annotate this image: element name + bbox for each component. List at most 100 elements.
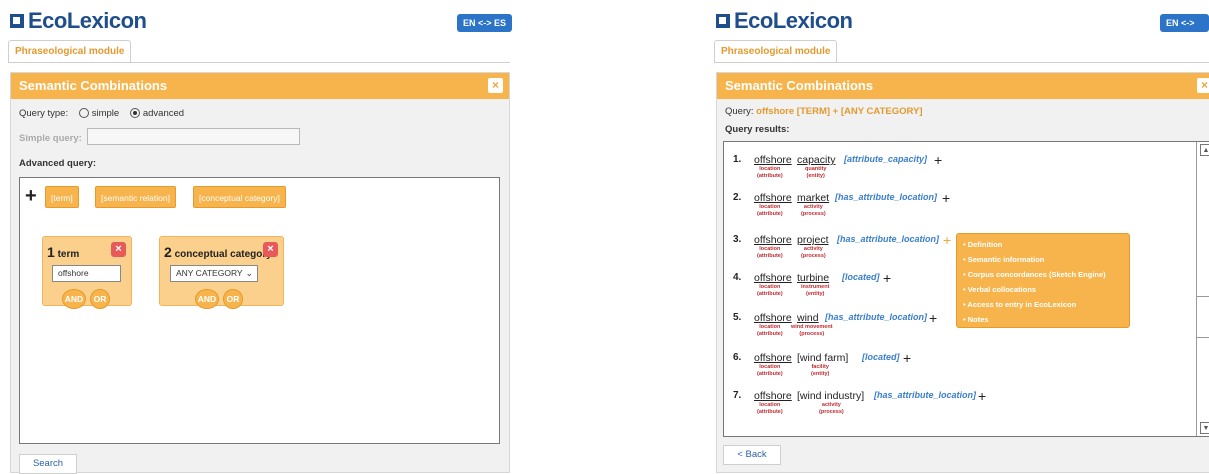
result-term-category: location (attribute) — [757, 284, 783, 297]
result-term-category: location (attribute) — [757, 364, 783, 377]
query-results-label: Query results: — [725, 124, 790, 135]
result-relation[interactable]: [located] — [862, 352, 900, 362]
scroll-up-icon[interactable]: ▲ — [1200, 144, 1209, 156]
result-combined-category: instrument (entity) — [801, 284, 830, 297]
back-button[interactable]: < Back — [723, 445, 781, 465]
ecolexicon-logo-icon — [10, 14, 24, 28]
result-term[interactable]: offshore — [754, 272, 792, 284]
tab-divider — [8, 62, 510, 63]
results-scrollbar[interactable]: ▲ ▼ — [1196, 142, 1209, 436]
term-card-close-icon[interactable]: × — [111, 242, 126, 257]
tab-phraseological-module[interactable]: Phraseological module — [8, 40, 132, 62]
term-or-button[interactable]: OR — [90, 289, 110, 309]
query-prefix: Query: — [725, 106, 754, 117]
language-toggle-button[interactable]: EN <-> ES — [457, 14, 513, 32]
logo-text: EcoLexicon — [28, 8, 147, 33]
result-combined-category: quantity (entity) — [805, 166, 827, 179]
result-term[interactable]: offshore — [754, 390, 792, 402]
radio-simple[interactable] — [78, 108, 89, 119]
semantic-combinations-panel: Semantic Combinations × Query type: simp… — [10, 72, 510, 474]
advanced-query-canvas: + [term] [semantic relation] [conceptual… — [19, 177, 500, 444]
radio-simple-label: simple — [91, 108, 120, 119]
right-screen: EcoLexicon EN <-> ES Phraseological modu… — [706, 0, 1209, 473]
result-term-category: location (attribute) — [757, 166, 783, 179]
menu-item-verbal-collocations[interactable]: • Verbal collocations — [963, 282, 1123, 297]
result-combined-category: wind movement (process) — [791, 324, 833, 337]
result-relation[interactable]: [attribute_capacity] — [844, 154, 927, 164]
result-term[interactable]: offshore — [754, 352, 792, 364]
result-plus-icon[interactable]: + — [903, 350, 911, 366]
result-combined-term[interactable]: project — [797, 234, 829, 246]
panel-header: Semantic Combinations × — [717, 73, 1209, 99]
result-term-category: location (attribute) — [757, 402, 783, 415]
category-card: 2 conceptual category × ANY CATEGORY ⌄ A… — [159, 236, 284, 309]
panel-title: Semantic Combinations — [725, 78, 874, 93]
category-select-value: ANY CATEGORY — [176, 268, 243, 278]
simple-query-label: Simple query: — [19, 133, 82, 144]
result-plus-icon-active[interactable]: + — [943, 232, 951, 248]
menu-item-corpus-concordances[interactable]: • Corpus concordances (Sketch Engine) — [963, 267, 1123, 282]
result-relation[interactable]: [has_attribute_location] — [825, 312, 927, 322]
term-input[interactable]: offshore — [52, 265, 121, 282]
panel-header: Semantic Combinations × — [11, 73, 509, 99]
result-plus-icon[interactable]: + — [934, 152, 942, 168]
simple-query-input[interactable] — [87, 128, 300, 145]
menu-item-access-entry[interactable]: • Access to entry in EcoLexicon — [963, 297, 1123, 312]
conceptual-category-palette-button[interactable]: [conceptual category] — [193, 186, 286, 208]
result-combined-term[interactable]: market — [797, 192, 829, 204]
query-type-row: Query type: simple advanced — [19, 108, 184, 119]
scroll-down-icon[interactable]: ▼ — [1200, 422, 1209, 434]
menu-item-definition[interactable]: • Definition — [963, 237, 1123, 252]
scroll-thumb[interactable] — [1197, 296, 1209, 338]
panel-title: Semantic Combinations — [19, 78, 168, 93]
logo-text: EcoLexicon — [734, 8, 853, 33]
result-relation[interactable]: [has_attribute_location] — [835, 192, 937, 202]
category-card-close-icon[interactable]: × — [263, 242, 278, 257]
left-screen: EcoLexicon EN <-> ES Phraseological modu… — [0, 0, 515, 474]
result-relation[interactable]: [has_attribute_location] — [874, 390, 976, 400]
add-plus-icon[interactable]: + — [25, 185, 37, 208]
language-toggle-button[interactable]: EN <-> ES — [1160, 14, 1209, 46]
result-term[interactable]: offshore — [754, 192, 792, 204]
result-relation[interactable]: [has_attribute_location] — [837, 234, 939, 244]
result-combined-category: activity (process) — [819, 402, 844, 415]
result-term-category: location (attribute) — [757, 204, 783, 217]
result-combined-category: activity (process) — [801, 204, 826, 217]
term-and-button[interactable]: AND — [62, 289, 86, 309]
category-and-button[interactable]: AND — [195, 289, 219, 309]
result-plus-icon[interactable]: + — [942, 190, 950, 206]
result-plus-icon[interactable]: + — [929, 310, 937, 326]
result-term[interactable]: offshore — [754, 234, 792, 246]
menu-item-semantic-information[interactable]: • Semantic information — [963, 252, 1123, 267]
result-term[interactable]: offshore — [754, 312, 792, 324]
category-or-button[interactable]: OR — [223, 289, 243, 309]
result-combined-term[interactable]: [wind farm] — [797, 352, 848, 364]
result-term-category: location (attribute) — [757, 324, 783, 337]
result-plus-icon[interactable]: + — [883, 270, 891, 286]
result-combined-term[interactable]: capacity — [797, 154, 836, 166]
result-term[interactable]: offshore — [754, 154, 792, 166]
tab-phraseological-module[interactable]: Phraseological module — [714, 40, 838, 62]
term-palette-button[interactable]: [term] — [45, 186, 79, 208]
result-combined-term[interactable]: [wind industry] — [797, 390, 864, 402]
result-context-menu: • Definition • Semantic information • Co… — [956, 233, 1130, 328]
result-plus-icon[interactable]: + — [978, 388, 986, 404]
menu-item-notes[interactable]: • Notes — [963, 312, 1123, 327]
result-relation[interactable]: [located] — [842, 272, 880, 282]
term-card: 1 term × offshore AND OR — [42, 236, 132, 309]
query-value: offshore [TERM] + [ANY CATEGORY] — [756, 106, 923, 117]
logo: EcoLexicon — [10, 8, 147, 34]
close-icon[interactable]: × — [1197, 78, 1209, 93]
result-combined-term[interactable]: turbine — [797, 272, 829, 284]
result-combined-term[interactable]: wind — [797, 312, 819, 324]
advanced-query-label: Advanced query: — [19, 158, 97, 169]
ecolexicon-logo-icon — [716, 14, 730, 28]
logo: EcoLexicon — [716, 8, 853, 34]
semantic-relation-palette-button[interactable]: [semantic relation] — [95, 186, 176, 208]
chevron-down-icon: ⌄ — [245, 268, 253, 278]
search-button[interactable]: Search — [19, 454, 77, 474]
query-summary: Query: offshore [TERM] + [ANY CATEGORY] — [725, 106, 923, 117]
category-select[interactable]: ANY CATEGORY ⌄ — [170, 265, 258, 282]
close-icon[interactable]: × — [488, 78, 503, 93]
radio-advanced[interactable] — [129, 108, 140, 119]
